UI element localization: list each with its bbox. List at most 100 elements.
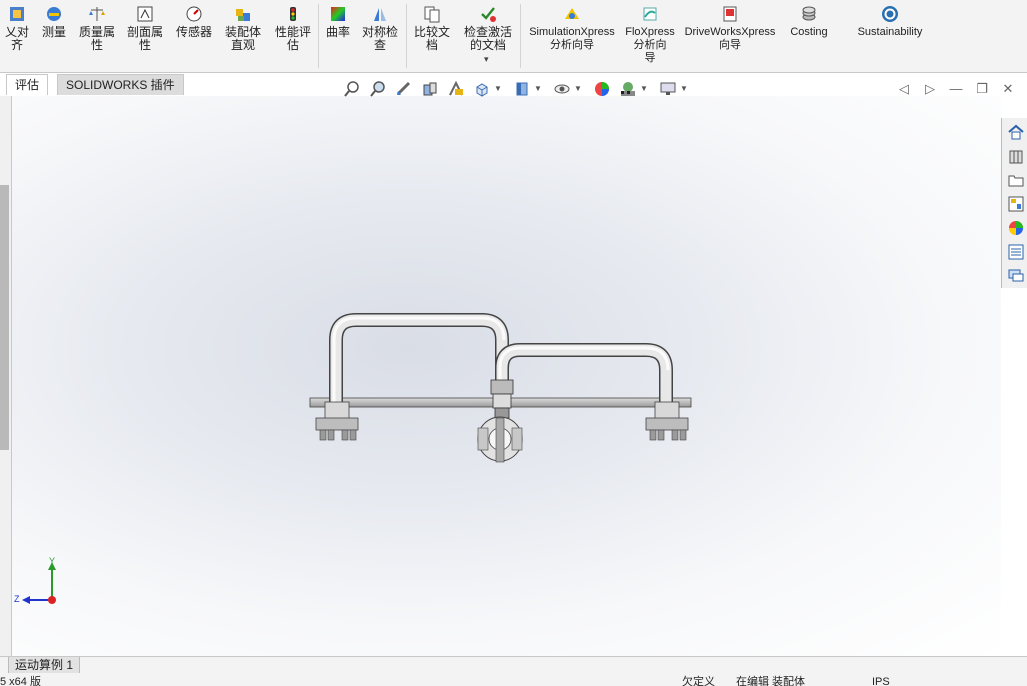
section-view-button[interactable] <box>420 80 440 98</box>
costing-button[interactable]: Costing <box>784 4 834 39</box>
assemblyxpert-icon <box>233 4 253 24</box>
task-pane-custom-properties[interactable] <box>1006 242 1026 262</box>
align-button[interactable]: 乂对齐 <box>0 4 34 52</box>
appearances-icon <box>1009 221 1023 235</box>
task-pane-view-palette[interactable] <box>1006 194 1026 214</box>
tab-solidworks-addins[interactable]: SOLIDWORKS 插件 <box>57 74 184 95</box>
zoom-to-fit-button[interactable] <box>342 80 362 98</box>
symmetry-check-button[interactable]: 对称检 查 <box>358 4 402 52</box>
compare-documents-button[interactable]: 比较文 档 <box>410 4 454 52</box>
task-pane-design-library[interactable] <box>1006 146 1026 166</box>
driveworksxpress-icon <box>720 4 740 24</box>
custom-properties-icon <box>1008 244 1024 260</box>
performance-evaluation-icon <box>283 4 303 24</box>
left-panel-scrollbar[interactable] <box>0 185 9 450</box>
y-axis-label: Y <box>49 556 56 566</box>
task-pane-home[interactable] <box>1006 122 1026 142</box>
forum-icon <box>1008 269 1024 282</box>
display-style-icon <box>516 82 528 96</box>
task-pane-forum[interactable] <box>1006 266 1026 286</box>
view-orientation-caret[interactable]: ▼ <box>494 84 502 93</box>
view-palette-icon <box>1008 196 1024 212</box>
clamp-right <box>654 401 680 421</box>
tab-motion-study-1[interactable]: 运动算例 1 <box>8 657 81 674</box>
home-icon <box>1008 124 1024 140</box>
simulationxpress-icon <box>562 4 582 24</box>
check-document-dropdown-caret[interactable]: ▾ <box>484 54 489 65</box>
center-fitting <box>490 379 514 395</box>
hide-show-items-button[interactable] <box>552 80 572 98</box>
task-pane-file-explorer[interactable] <box>1006 170 1026 190</box>
floxpress-icon <box>640 4 660 24</box>
apply-scene-button[interactable] <box>618 80 638 98</box>
mass-properties-icon <box>87 4 107 24</box>
view-settings-caret[interactable]: ▼ <box>680 84 688 93</box>
task-pane <box>1001 118 1027 288</box>
check-active-document-icon <box>478 4 498 24</box>
file-explorer-icon <box>1008 175 1024 187</box>
section-view-icon <box>423 82 437 96</box>
task-pane-appearances[interactable] <box>1006 218 1026 238</box>
sustainability-button[interactable]: Sustainability <box>852 4 928 39</box>
dynamic-annotation-button[interactable] <box>446 80 466 98</box>
previous-view-icon <box>396 81 411 96</box>
design-library-icon <box>1009 150 1023 164</box>
sensor-icon <box>184 4 204 24</box>
apply-scene-icon <box>621 82 635 96</box>
assemblyxpert-button[interactable]: 装配体 直观 <box>222 4 264 52</box>
zoom-to-fit-icon <box>344 81 359 97</box>
minimize-icon[interactable]: — <box>948 81 964 97</box>
compare-documents-icon <box>422 4 442 24</box>
measure-button[interactable]: 测量 <box>38 4 70 39</box>
ribbon-separator <box>520 4 521 68</box>
align-icon <box>7 4 27 24</box>
performance-evaluation-button[interactable]: 性能评 估 <box>272 4 314 52</box>
close-icon[interactable]: ✕ <box>1000 81 1016 97</box>
check-active-document-button[interactable]: 检查激活 的文档 <box>460 4 516 52</box>
view-orientation-button[interactable] <box>472 80 492 98</box>
simulationxpress-button[interactable]: SimulationXpress 分析向导 <box>526 4 618 52</box>
restore-pane-icon[interactable]: ◁ <box>896 81 912 97</box>
view-settings-icon <box>660 82 676 95</box>
zoom-to-area-button[interactable] <box>368 80 388 98</box>
sustainability-icon <box>880 4 900 24</box>
ribbon-separator <box>318 4 319 68</box>
view-orientation-icon <box>476 83 488 97</box>
status-editing-assembly: 在编辑 装配体 <box>736 676 806 686</box>
coordinate-triad: Y Z <box>14 556 74 611</box>
status-version: 5 x64 版 <box>0 676 41 686</box>
measure-icon <box>44 4 64 24</box>
curvature-button[interactable]: 曲率 <box>322 4 354 39</box>
pipe-left <box>330 314 508 408</box>
display-style-caret[interactable]: ▼ <box>534 84 542 93</box>
previous-view-button[interactable] <box>394 80 414 98</box>
graphics-area[interactable] <box>12 96 1001 656</box>
edit-appearance-icon <box>595 82 609 96</box>
zoom-to-area-icon <box>370 81 385 97</box>
floxpress-button[interactable]: FloXpress 分析向 导 <box>622 4 678 65</box>
status-underdefined: 欠定义 <box>682 676 715 686</box>
curvature-icon <box>328 4 348 24</box>
ribbon-separator <box>406 4 407 68</box>
sensor-button[interactable]: 传感器 <box>174 4 214 39</box>
split-pane-icon[interactable]: ▷ <box>922 81 938 97</box>
tab-evaluate[interactable]: 评估 <box>6 74 49 95</box>
costing-icon <box>799 4 819 24</box>
assembly-model <box>309 313 692 463</box>
mass-properties-button[interactable]: 质量属 性 <box>76 4 118 52</box>
status-bar: 5 x64 版 欠定义 在编辑 装配体 IPS <box>0 673 1027 686</box>
hide-show-items-icon <box>554 84 570 94</box>
section-properties-button[interactable]: 剖面属 性 <box>124 4 166 52</box>
display-style-button[interactable] <box>512 80 532 98</box>
hide-show-caret[interactable]: ▼ <box>574 84 582 93</box>
view-settings-button[interactable] <box>658 80 678 98</box>
dynamic-annotation-icon <box>449 80 463 96</box>
section-properties-icon <box>135 4 155 24</box>
driveworksxpress-button[interactable]: DriveWorksXpress 向导 <box>682 4 778 52</box>
edit-appearance-button[interactable] <box>592 80 612 98</box>
bottom-tab-bar: 运动算例 1 <box>0 656 1027 674</box>
maximize-icon[interactable]: ❐ <box>974 81 990 97</box>
command-manager-ribbon: 乂对齐 测量 质量属 性 剖面属 性 传感器 装配体 直观 性能评 估 曲率 对… <box>0 0 1027 73</box>
apply-scene-caret[interactable]: ▼ <box>640 84 648 93</box>
status-units[interactable]: IPS <box>872 676 890 686</box>
